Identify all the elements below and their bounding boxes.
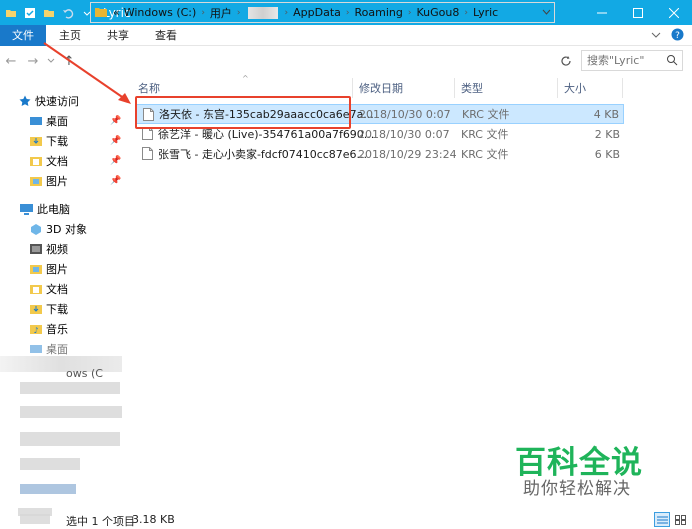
- large-icons-view-button[interactable]: [672, 512, 688, 527]
- status-selected-size: 3.18 KB: [132, 513, 175, 526]
- watermark-subtitle: 助你轻松解决: [523, 479, 631, 499]
- redacted-status-count: [20, 514, 50, 524]
- status-selected-count: 选中 1 个项目: [66, 515, 135, 528]
- status-bar: 选中 1 个项目 3.18 KB: [0, 510, 692, 529]
- details-view-button[interactable]: [654, 512, 670, 527]
- view-toggle: [654, 512, 688, 527]
- file-explorer-window: Lyric 文件 主页 共享 查看 ? ← → « Windows (C:) ›…: [0, 0, 692, 529]
